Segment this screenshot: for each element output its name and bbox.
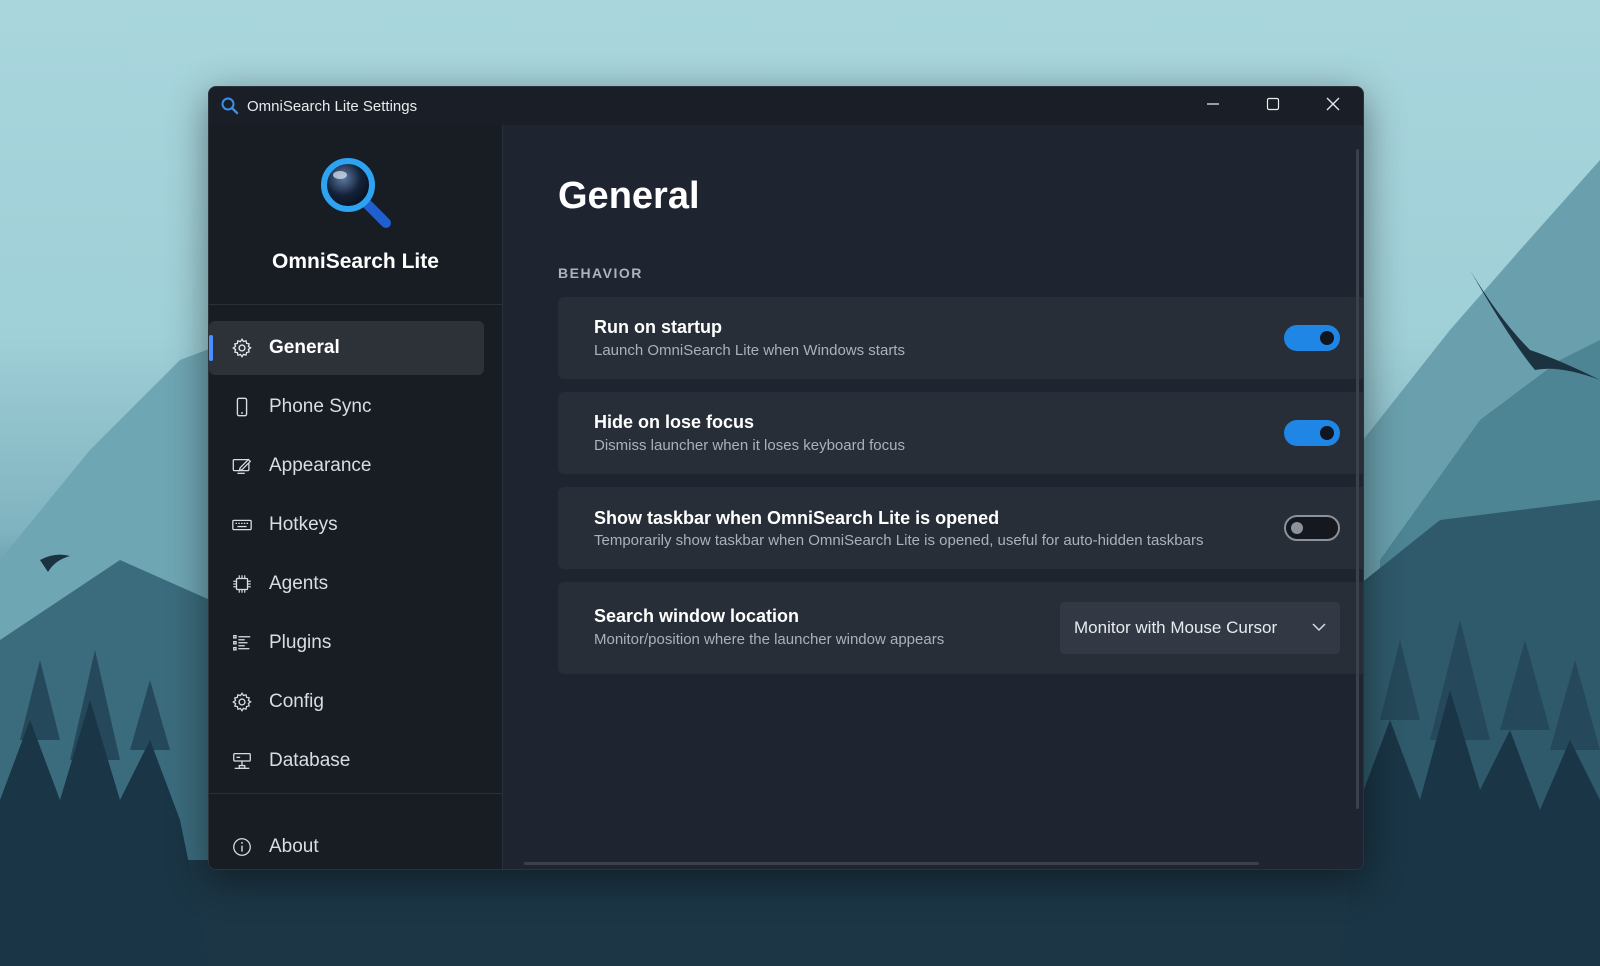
sidebar-item-label: Agents bbox=[269, 573, 329, 594]
setting-hide-on-lose-focus: Hide on lose focus Dismiss launcher when… bbox=[558, 392, 1363, 474]
sidebar-item-label: General bbox=[269, 337, 340, 358]
select-value: Monitor with Mouse Cursor bbox=[1074, 618, 1278, 637]
sidebar-item-agents[interactable]: Agents bbox=[209, 557, 484, 611]
magnifier-logo-icon bbox=[316, 153, 396, 238]
sidebar-item-label: Appearance bbox=[269, 455, 372, 476]
section-header: BEHAVIOR bbox=[558, 265, 643, 281]
setting-title: Show taskbar when OmniSearch Lite is ope… bbox=[594, 508, 1000, 528]
chevron-down-icon bbox=[1310, 618, 1328, 641]
main-content: General BEHAVIOR Run on startup Launch O… bbox=[504, 125, 1363, 869]
window-location-select[interactable]: Monitor with Mouse Cursor bbox=[1060, 602, 1340, 654]
page-title: General bbox=[558, 175, 700, 217]
maximize-button[interactable] bbox=[1243, 87, 1303, 125]
chip-icon bbox=[229, 571, 255, 597]
window-title: OmniSearch Lite Settings bbox=[247, 97, 418, 115]
sidebar-item-label: Hotkeys bbox=[269, 514, 338, 535]
sidebar-item-label: Database bbox=[269, 750, 351, 771]
search-icon bbox=[219, 95, 241, 117]
database-icon bbox=[229, 748, 255, 774]
gear-icon bbox=[229, 335, 255, 361]
keyboard-icon bbox=[229, 512, 255, 538]
sidebar-item-config[interactable]: Config bbox=[209, 675, 484, 729]
run-on-startup-toggle[interactable] bbox=[1284, 325, 1340, 351]
setting-show-taskbar: Show taskbar when OmniSearch Lite is ope… bbox=[558, 487, 1363, 569]
sidebar-item-label: Plugins bbox=[269, 632, 332, 653]
maximize-icon bbox=[1266, 97, 1280, 116]
phone-icon bbox=[229, 394, 255, 420]
list-icon bbox=[229, 630, 255, 656]
close-button[interactable] bbox=[1303, 87, 1363, 125]
sidebar-item-label: Phone Sync bbox=[269, 396, 372, 417]
horizontal-scrollbar[interactable] bbox=[524, 862, 1259, 865]
sidebar-item-hotkeys[interactable]: Hotkeys bbox=[209, 498, 484, 552]
close-icon bbox=[1326, 97, 1340, 116]
setting-description: Dismiss launcher when it loses keyboard … bbox=[594, 437, 905, 454]
sidebar-item-about[interactable]: About bbox=[209, 820, 484, 869]
minimize-button[interactable] bbox=[1183, 87, 1243, 125]
brand-header: OmniSearch Lite bbox=[209, 125, 502, 305]
sidebar-item-label: About bbox=[269, 836, 319, 857]
sidebar-item-database[interactable]: Database bbox=[209, 734, 484, 788]
hide-on-lose-focus-toggle[interactable] bbox=[1284, 420, 1340, 446]
nav-divider bbox=[209, 793, 502, 794]
minimize-icon bbox=[1206, 97, 1220, 116]
sidebar-item-appearance[interactable]: Appearance bbox=[209, 439, 484, 493]
setting-title: Search window location bbox=[594, 606, 800, 626]
sidebar-item-general[interactable]: General bbox=[209, 321, 484, 375]
info-icon bbox=[229, 834, 255, 860]
setting-title: Run on startup bbox=[594, 317, 722, 337]
setting-run-on-startup: Run on startup Launch OmniSearch Lite wh… bbox=[558, 297, 1363, 379]
sidebar: OmniSearch Lite General Phone Sync Appea… bbox=[209, 125, 503, 869]
setting-description: Monitor/position where the launcher wind… bbox=[594, 631, 945, 648]
sidebar-item-plugins[interactable]: Plugins bbox=[209, 616, 484, 670]
settings-window: OmniSearch Lite Settings OmniSearch Lite… bbox=[208, 86, 1364, 870]
setting-search-window-location: Search window location Monitor/position … bbox=[558, 582, 1363, 674]
setting-title: Hide on lose focus bbox=[594, 412, 755, 432]
show-taskbar-toggle[interactable] bbox=[1284, 515, 1340, 541]
vertical-scrollbar[interactable] bbox=[1356, 149, 1359, 809]
setting-description: Launch OmniSearch Lite when Windows star… bbox=[594, 342, 905, 359]
setting-description: Temporarily show taskbar when OmniSearch… bbox=[594, 532, 1204, 549]
sidebar-item-label: Config bbox=[269, 691, 324, 712]
sidebar-item-phone-sync[interactable]: Phone Sync bbox=[209, 380, 484, 434]
nav-list: General Phone Sync Appearance Hotkeys Ag… bbox=[209, 305, 502, 788]
app-name: OmniSearch Lite bbox=[272, 250, 439, 273]
title-bar[interactable]: OmniSearch Lite Settings bbox=[209, 87, 1363, 125]
appearance-icon bbox=[229, 453, 255, 479]
gear-icon bbox=[229, 689, 255, 715]
